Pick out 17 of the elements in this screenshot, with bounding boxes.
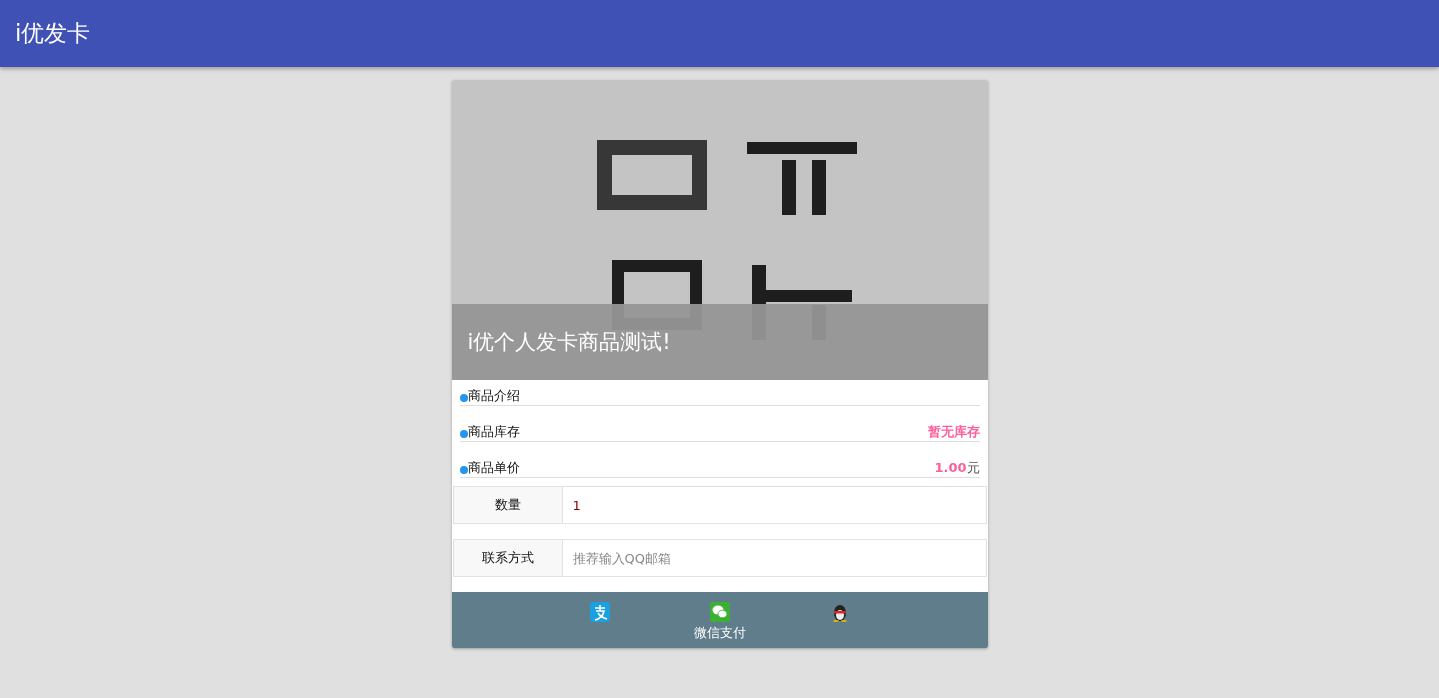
chat-bubbles-icon [709, 602, 730, 622]
bullet-icon [459, 430, 468, 438]
app-title: i优发卡 [15, 19, 91, 48]
info-label: 商品单价 [467, 459, 520, 477]
product-name: i优个人发卡商品测试! [467, 329, 671, 356]
input-field[interactable]: 1 [562, 486, 987, 524]
input-field[interactable]: 推荐输入QQ邮箱 [562, 539, 987, 577]
field-label: 联系方式 [452, 539, 563, 577]
info-value: 暂无库存 [927, 423, 980, 441]
bullet-icon [459, 466, 468, 474]
info-value: 1.00元 [934, 459, 980, 477]
bullet-icon [459, 394, 468, 402]
info-label: 商品介绍 [467, 387, 520, 405]
alipay-icon [589, 602, 610, 622]
info-label: 商品库存 [467, 423, 520, 441]
payment-option[interactable]: 微信支付 [689, 602, 750, 648]
field-label: 数量 [452, 486, 563, 524]
